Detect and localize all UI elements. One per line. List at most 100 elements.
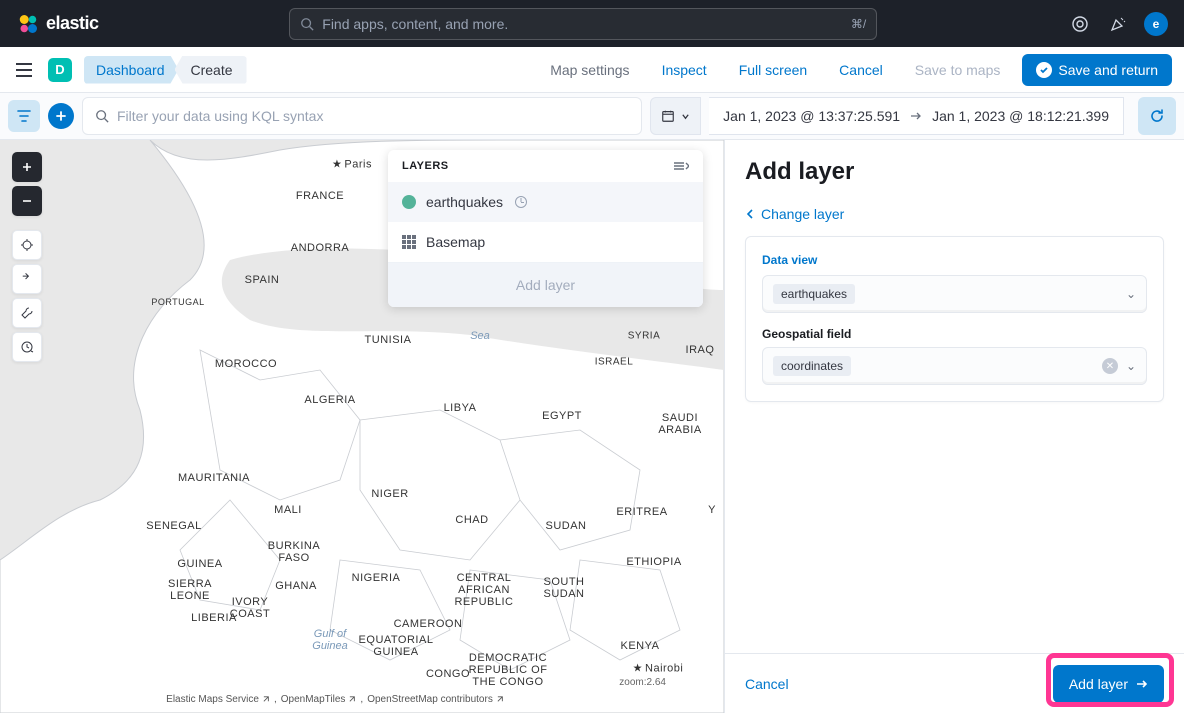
map-label: PORTUGAL	[151, 297, 204, 307]
plus-icon	[55, 110, 67, 122]
map-settings-button[interactable]: Map settings	[540, 56, 639, 84]
geo-field-select[interactable]: coordinates ✕ ⌄	[762, 347, 1147, 385]
clear-selection-button[interactable]: ✕	[1102, 358, 1118, 374]
map-label: GHANA	[275, 580, 317, 592]
map-label: Y	[708, 504, 716, 516]
map-label: Paris	[332, 158, 372, 171]
breadcrumb: Dashboard Create	[84, 56, 247, 84]
map-label: ISRAEL	[595, 357, 634, 368]
nav-toggle-button[interactable]	[12, 58, 36, 82]
map-label: NIGER	[371, 488, 408, 500]
map-label: MALI	[274, 504, 302, 516]
map-label: BURKINA FASO	[268, 540, 320, 564]
data-view-value: earthquakes	[773, 284, 855, 304]
calendar-icon	[661, 109, 675, 123]
chevron-down-icon: ⌄	[1126, 287, 1136, 301]
full-screen-button[interactable]: Full screen	[729, 56, 817, 84]
data-view-select[interactable]: earthquakes ⌄	[762, 275, 1147, 313]
collapse-panel-button[interactable]	[673, 160, 689, 172]
brand-logo[interactable]: elastic	[16, 12, 99, 36]
external-link-icon	[347, 695, 356, 704]
zoom-in-button[interactable]	[12, 152, 42, 182]
expand-button[interactable]	[12, 264, 42, 294]
layer-swatch-icon	[402, 195, 416, 209]
crumb-dashboard[interactable]: Dashboard	[84, 56, 179, 84]
time-range-display[interactable]: Jan 1, 2023 @ 13:37:25.591 Jan 1, 2023 @…	[709, 97, 1124, 135]
time-from: Jan 1, 2023 @ 13:37:25.591	[723, 108, 900, 124]
map-label: DEMOCRATIC REPUBLIC OF THE CONGO	[469, 652, 548, 688]
map-label: SPAIN	[245, 274, 280, 286]
save-to-maps-button: Save to maps	[905, 56, 1011, 84]
arrow-right-icon	[910, 111, 922, 121]
map-label: EGYPT	[542, 410, 582, 422]
map-label: LIBYA	[444, 402, 477, 414]
search-icon	[95, 109, 109, 123]
user-avatar[interactable]: e	[1144, 12, 1168, 36]
refresh-button[interactable]	[1138, 97, 1176, 135]
check-circle-icon	[1036, 62, 1052, 78]
layer-item-earthquakes[interactable]: earthquakes	[388, 182, 703, 222]
fit-to-data-button[interactable]	[12, 230, 42, 260]
map-label: NIGERIA	[352, 572, 401, 584]
flyout-cancel-button[interactable]: Cancel	[745, 676, 789, 692]
zoom-indicator: zoom:2.64	[619, 677, 666, 688]
chevron-down-icon	[681, 112, 690, 121]
inspect-button[interactable]: Inspect	[652, 56, 717, 84]
map-tools	[12, 152, 42, 362]
time-aware-icon	[515, 196, 527, 208]
add-filter-button[interactable]	[48, 103, 74, 129]
map-label: SYRIA	[628, 331, 661, 342]
map-label: KENYA	[621, 640, 660, 652]
geo-field-value: coordinates	[773, 356, 851, 376]
layers-title: LAYERS	[402, 160, 449, 172]
map-label: IVORY COAST	[230, 596, 270, 620]
celebrate-icon[interactable]	[1106, 12, 1130, 36]
filter-menu-button[interactable]	[8, 100, 40, 132]
map-canvas[interactable]: Paris FRANCE SPAIN ANDORRA PORTUGAL MORO…	[0, 140, 724, 713]
tools-button[interactable]	[12, 298, 42, 328]
add-layer-submit-button[interactable]: Add layer	[1053, 665, 1164, 703]
map-label: Gulf of Guinea	[312, 628, 347, 652]
map-label: ETHIOPIA	[626, 556, 681, 568]
map-label: GUINEA	[177, 558, 222, 570]
cancel-button[interactable]: Cancel	[829, 56, 893, 84]
map-label: MOROCCO	[215, 358, 277, 370]
app-subheader: D Dashboard Create Map settings Inspect …	[0, 47, 1184, 93]
map-label: FRANCE	[296, 190, 344, 202]
change-layer-link[interactable]: Change layer	[725, 198, 1184, 236]
basemap-swatch-icon	[402, 235, 416, 249]
map-label: Sea	[470, 330, 490, 342]
brand-name: elastic	[46, 13, 99, 34]
flyout-title: Add layer	[745, 158, 1164, 186]
map-label: EQUATORIAL GUINEA	[359, 634, 434, 658]
external-link-icon	[495, 695, 504, 704]
layer-config-card: Data view earthquakes ⌄ Geospatial field…	[745, 236, 1164, 402]
map-label: CENTRAL AFRICAN REPUBLIC	[454, 572, 513, 608]
map-label: SUDAN	[545, 520, 586, 532]
map-label: SIERRA LEONE	[168, 578, 212, 602]
time-picker-button[interactable]	[650, 97, 701, 135]
elastic-logo-icon	[16, 12, 40, 36]
map-label: Nairobi	[633, 662, 684, 675]
global-search-input[interactable]: Find apps, content, and more. ⌘/	[289, 8, 877, 40]
map-label: ANDORRA	[291, 242, 350, 254]
kql-query-input[interactable]: Filter your data using KQL syntax	[82, 97, 642, 135]
add-layer-disabled-button: Add layer	[388, 262, 703, 307]
space-selector[interactable]: D	[48, 58, 72, 82]
newsfeed-icon[interactable]	[1068, 12, 1092, 36]
chevron-left-icon	[745, 209, 755, 219]
timeslider-button[interactable]	[12, 332, 42, 362]
crumb-create: Create	[175, 56, 247, 84]
filter-icon	[16, 108, 32, 124]
search-icon	[300, 17, 314, 31]
external-link-icon	[261, 695, 270, 704]
time-to: Jan 1, 2023 @ 18:12:21.399	[932, 108, 1109, 124]
map-label: CHAD	[455, 514, 488, 526]
zoom-out-button[interactable]	[12, 186, 42, 216]
save-and-return-button[interactable]: Save and return	[1022, 54, 1172, 86]
map-label: SENEGAL	[146, 520, 201, 532]
map-label: ERITREA	[616, 506, 667, 518]
map-label: CAMEROON	[394, 618, 463, 630]
layer-item-basemap[interactable]: Basemap	[388, 222, 703, 262]
map-label: TUNISIA	[365, 334, 412, 346]
